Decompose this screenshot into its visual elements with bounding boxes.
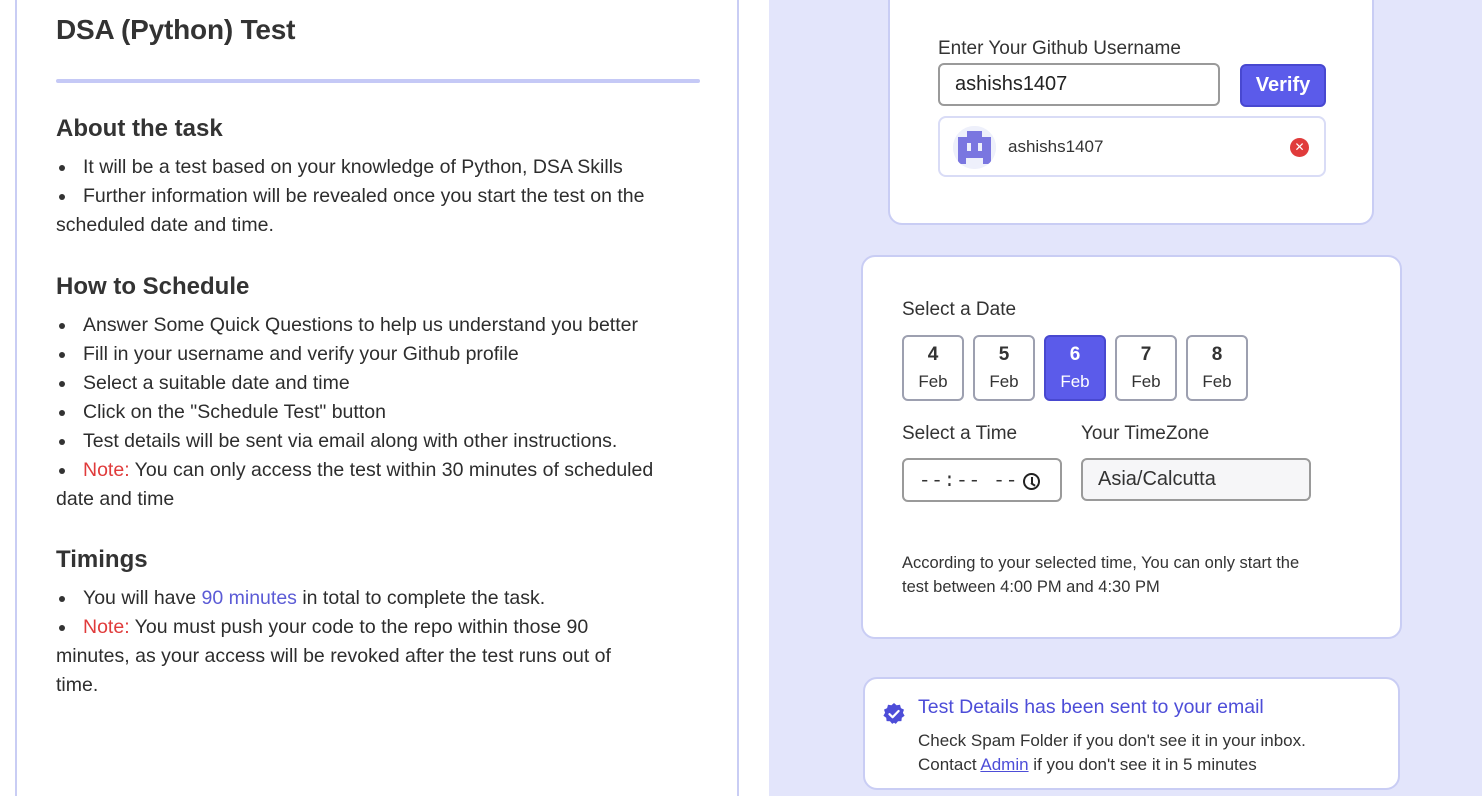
email-notice-title: Test Details has been sent to your email (918, 696, 1264, 718)
about-section: About the task It will be a test based o… (56, 115, 706, 240)
note-item: Note: You can only access the test withi… (56, 456, 706, 485)
timings-list: You will have 90 minutes in total to com… (56, 584, 706, 700)
date-option[interactable]: 8 Feb (1186, 335, 1248, 401)
github-username-label: Enter Your Github Username (938, 38, 1181, 59)
timezone-label: Your TimeZone (1081, 423, 1210, 444)
verified-github-user: ashishs1407 ✕ (938, 116, 1326, 177)
schedule-card: Select a Date 4 Feb 5 Feb 6 Feb 7 Feb 8 Feb S… (861, 255, 1402, 639)
list-item-continuation: date and time (56, 488, 175, 510)
schedule-howto-list: Answer Some Quick Questions to help us u… (56, 311, 706, 514)
schedule-howto-section: How to Schedule Answer Some Quick Questi… (56, 273, 706, 514)
list-item: Select a suitable date and time (56, 369, 706, 398)
avatar (953, 126, 996, 169)
verify-button[interactable]: Verify (1240, 64, 1326, 107)
list-item: Answer Some Quick Questions to help us u… (56, 311, 706, 340)
schedule-howto-heading: How to Schedule (56, 273, 250, 300)
bullet-icon (59, 625, 65, 631)
bullet-icon (59, 439, 65, 445)
note-label: Note: (83, 459, 130, 481)
timings-heading: Timings (56, 546, 148, 573)
select-time-label: Select a Time (902, 423, 1018, 444)
bullet-icon (59, 323, 65, 329)
bullet-icon (59, 468, 65, 474)
github-username-input[interactable]: ashishs1407 (938, 63, 1220, 106)
clock-icon[interactable] (1023, 473, 1040, 490)
page-title: DSA (Python) Test (56, 14, 296, 45)
list-item-continuation: time. (56, 674, 99, 696)
list-item: Further information will be revealed onc… (56, 182, 706, 211)
about-list: It will be a test based on your knowledg… (56, 153, 706, 240)
duration-highlight: 90 minutes (201, 587, 297, 609)
github-verify-card: Enter Your Github Username ashishs1407 V… (888, 0, 1374, 225)
schedule-info-text: According to your selected time, You can… (902, 554, 1300, 596)
date-option-selected[interactable]: 6 Feb (1044, 335, 1106, 401)
note-label: Note: (83, 616, 130, 638)
timezone-field: Asia/Calcutta (1081, 458, 1311, 501)
task-details-panel: DSA (Python) Test About the task It will… (15, 0, 739, 796)
list-item: Test details will be sent via email alon… (56, 427, 706, 456)
bullet-icon (59, 596, 65, 602)
list-item: You will have 90 minutes in total to com… (56, 584, 706, 613)
identicon-icon (953, 126, 996, 169)
bullet-icon (59, 381, 65, 387)
date-option[interactable]: 7 Feb (1115, 335, 1177, 401)
date-option[interactable]: 4 Feb (902, 335, 964, 401)
note-item: Note: You must push your code to the rep… (56, 613, 706, 642)
list-item: It will be a test based on your knowledg… (56, 153, 706, 182)
time-value: --:-- -- (919, 470, 1019, 492)
bullet-icon (59, 165, 65, 171)
remove-user-icon[interactable]: ✕ (1290, 138, 1309, 157)
date-option[interactable]: 5 Feb (973, 335, 1035, 401)
bullet-icon (59, 352, 65, 358)
time-input[interactable]: --:-- -- (902, 458, 1062, 502)
about-heading: About the task (56, 115, 223, 142)
verified-check-icon (883, 703, 905, 724)
list-item-continuation: minutes, as your access will be revoked … (56, 645, 611, 667)
select-date-label: Select a Date (902, 299, 1017, 320)
bullet-icon (59, 410, 65, 416)
email-sent-notice: Test Details has been sent to your email… (863, 677, 1400, 790)
date-picker: 4 Feb 5 Feb 6 Feb 7 Feb 8 Feb (902, 335, 1248, 401)
bullet-icon (59, 194, 65, 200)
timings-section: Timings You will have 90 minutes in tota… (56, 546, 706, 700)
list-item: Click on the "Schedule Test" button (56, 398, 706, 427)
email-notice-body: Check Spam Folder if you don't see it in… (918, 731, 1306, 774)
verified-username: ashishs1407 (1008, 137, 1104, 156)
list-item: Fill in your username and verify your Gi… (56, 340, 706, 369)
list-item-continuation: scheduled date and time. (56, 214, 274, 236)
title-divider (56, 79, 700, 83)
admin-contact-link[interactable]: Admin (980, 755, 1028, 774)
